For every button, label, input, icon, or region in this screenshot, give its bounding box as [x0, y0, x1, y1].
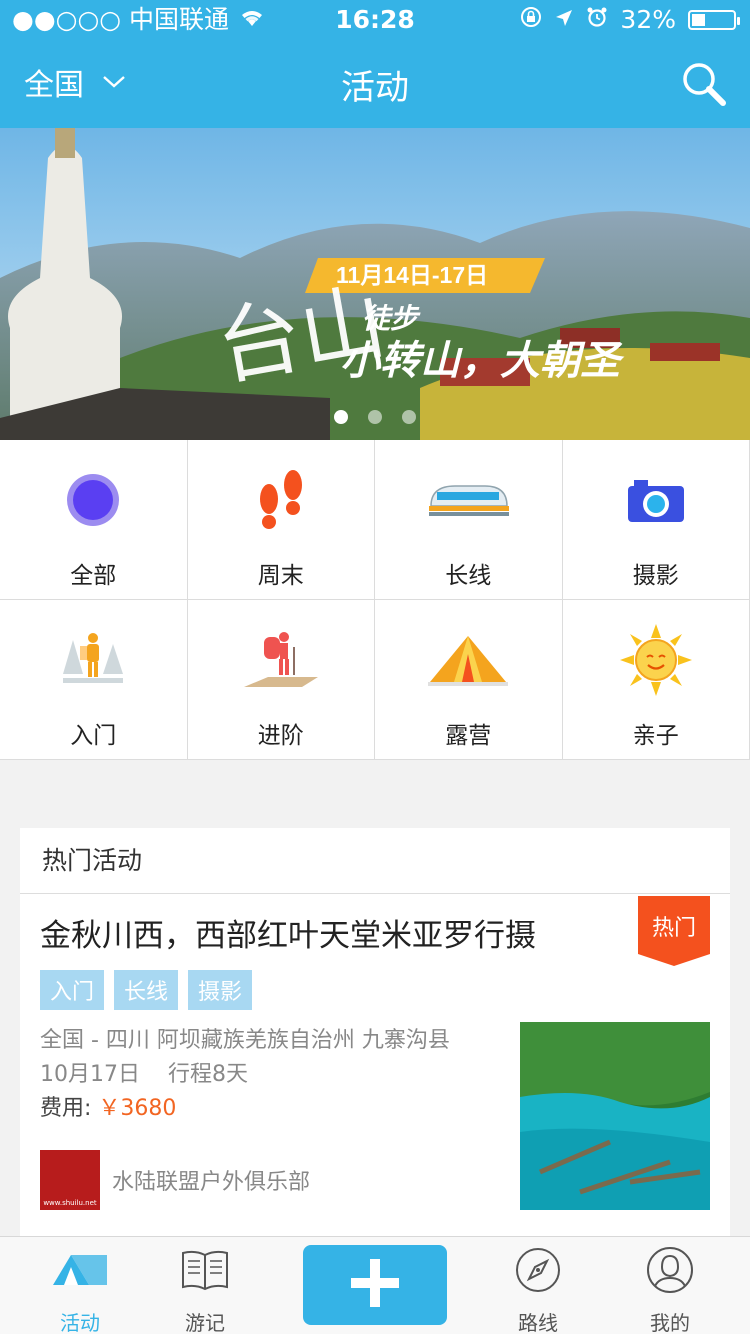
event-photo[interactable]	[520, 1022, 710, 1210]
category-label: 长线	[445, 563, 492, 589]
organizer-logo-text: www.shuilu.net	[43, 1199, 97, 1207]
hot-activity-section: 热门活动 金秋川西，西部红叶天堂米亚罗行摄 热门 入门 长线 摄影 全国 - 四…	[20, 828, 730, 1238]
section-title: 热门活动	[20, 828, 730, 894]
tent-tab-icon	[51, 1253, 109, 1291]
tag[interactable]: 长线	[114, 970, 179, 1010]
organizer-logo: www.shuilu.net	[40, 1150, 100, 1210]
banner-slogan: 徒步	[362, 303, 421, 334]
battery-icon	[688, 10, 740, 30]
category-camping[interactable]: 露营	[375, 600, 563, 760]
tent-icon	[428, 632, 509, 692]
organizer-name: 水陆联盟户外俱乐部	[112, 1170, 311, 1195]
event-date: 10月17日	[40, 1062, 140, 1087]
category-all[interactable]: 全部	[0, 440, 188, 600]
alarm-icon	[586, 0, 608, 40]
search-icon[interactable]	[680, 60, 728, 108]
tab-profile[interactable]: 我的	[615, 1245, 725, 1334]
status-bar: ●●○○○ 中国联通 16:28 32%	[0, 0, 750, 40]
top-bar: ●●○○○ 中国联通 16:28 32% 全国 活动	[0, 0, 750, 128]
pager-dot[interactable]	[334, 410, 348, 424]
location-arrow-icon	[554, 0, 574, 40]
pager-dot[interactable]	[368, 410, 382, 424]
nav-bar: 全国 活动	[0, 40, 750, 128]
tab-travel-notes[interactable]: 游记	[150, 1245, 260, 1334]
page-title: 活动	[341, 68, 409, 108]
footprints-icon	[253, 467, 309, 537]
pager-dot[interactable]	[402, 410, 416, 424]
fee-label: 费用:	[40, 1096, 92, 1121]
event-duration: 行程8天	[167, 1062, 248, 1087]
event-tags: 入门 长线 摄影	[40, 970, 253, 1010]
tab-label: 游记	[185, 1311, 225, 1334]
battery-percent: 32%	[620, 5, 676, 34]
tab-label: 我的	[650, 1311, 690, 1334]
banner-date: 11月14日-17日	[336, 262, 488, 288]
organizer[interactable]: www.shuilu.net 水陆联盟户外俱乐部	[40, 1150, 310, 1210]
book-icon	[181, 1249, 229, 1295]
smiling-sun-icon	[619, 624, 692, 700]
compass-icon	[514, 1246, 562, 1298]
event-location: 全国 - 四川 阿坝藏族羌族自治州 九寨沟县	[40, 1028, 450, 1053]
category-advanced[interactable]: 进阶	[187, 600, 375, 760]
event-title[interactable]: 金秋川西，西部红叶天堂米亚罗行摄	[40, 910, 536, 955]
hiker-trees-icon	[61, 630, 125, 694]
banner-pager[interactable]	[0, 410, 750, 424]
category-label: 露营	[445, 723, 492, 749]
plus-icon	[349, 1257, 401, 1313]
tag[interactable]: 摄影	[188, 970, 253, 1010]
bottom-tab-bar: 活动 游记 路线 我的	[0, 1236, 750, 1334]
all-circle-icon	[65, 472, 121, 532]
category-label: 入门	[70, 723, 117, 749]
category-label: 进阶	[257, 723, 304, 749]
train-icon	[425, 480, 511, 524]
category-long-trip[interactable]: 长线	[375, 440, 563, 600]
category-beginner[interactable]: 入门	[0, 600, 188, 760]
hot-badge-label: 热门	[651, 916, 696, 941]
category-label: 摄影	[632, 563, 679, 589]
promo-banner[interactable]: 台山 徒步 小转山，大朝圣 11月14日-17日	[0, 128, 750, 440]
event-meta: 全国 - 四川 阿坝藏族羌族自治州 九寨沟县 10月17日 行程8天 费用: ￥…	[40, 1024, 450, 1126]
tab-activities[interactable]: 活动	[25, 1245, 135, 1334]
category-weekend[interactable]: 周末	[187, 440, 375, 600]
event-fee: 费用: ￥3680	[40, 1092, 450, 1126]
category-label: 亲子	[632, 723, 679, 749]
tab-label: 路线	[518, 1311, 558, 1334]
event-schedule: 10月17日 行程8天	[40, 1058, 450, 1092]
hiker-backpack-icon	[242, 629, 320, 695]
event-price: ￥3680	[98, 1096, 177, 1121]
banner-image: 台山 徒步 小转山，大朝圣 11月14日-17日	[0, 128, 750, 440]
tab-routes[interactable]: 路线	[483, 1245, 593, 1334]
rotation-lock-icon	[520, 0, 542, 40]
category-grid: 全部 周末 长线 摄影 入门 进阶 露营 亲子	[0, 440, 750, 760]
banner-headline: 小转山，大朝圣	[340, 339, 625, 383]
post-button[interactable]	[303, 1245, 447, 1325]
tab-label: 活动	[60, 1311, 100, 1334]
tag[interactable]: 入门	[40, 970, 105, 1010]
camera-icon	[626, 476, 686, 528]
category-photography[interactable]: 摄影	[562, 440, 750, 600]
user-icon	[645, 1245, 695, 1299]
category-family[interactable]: 亲子	[562, 600, 750, 760]
category-label: 周末	[257, 563, 304, 589]
hot-badge: 热门	[638, 896, 710, 966]
category-label: 全部	[70, 563, 117, 589]
